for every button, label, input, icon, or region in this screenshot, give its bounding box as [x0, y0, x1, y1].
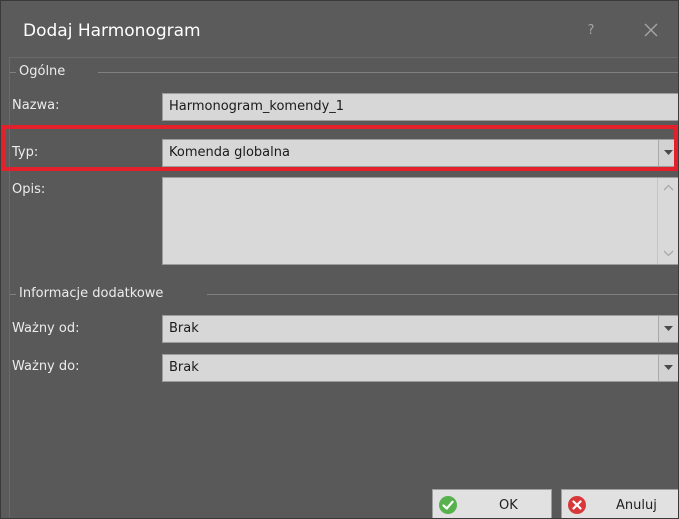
- valid-to-dropdown[interactable]: Brak: [162, 354, 678, 382]
- group-divider: [98, 72, 678, 73]
- description-scrollbar[interactable]: [657, 178, 678, 264]
- scroll-down-icon[interactable]: [663, 250, 674, 257]
- dialog-title: Dodaj Harmonogram: [23, 21, 201, 41]
- group-divider: [207, 294, 678, 295]
- cancel-button-label: Anuluj: [616, 498, 657, 513]
- valid-to-label: Ważny do:: [12, 359, 80, 374]
- name-input[interactable]: Harmonogram_komendy_1: [162, 93, 678, 121]
- dropdown-arrow-icon[interactable]: [658, 355, 678, 381]
- cancel-button[interactable]: Anuluj: [561, 489, 678, 518]
- type-label: Typ:: [12, 145, 39, 160]
- type-dropdown-value: Komenda globalna: [169, 145, 290, 160]
- dropdown-arrow-icon[interactable]: [658, 316, 678, 342]
- name-label: Nazwa:: [12, 98, 60, 113]
- type-dropdown[interactable]: Komenda globalna: [162, 139, 678, 167]
- dialog-window: Dodaj Harmonogram ? Ogólne Nazwa: Harmon…: [0, 0, 679, 519]
- ok-button-label: OK: [499, 498, 518, 513]
- help-icon[interactable]: ?: [583, 23, 599, 39]
- additional-group-header: Informacje dodatkowe: [10, 285, 678, 303]
- description-textarea[interactable]: [162, 177, 678, 265]
- dropdown-arrow-icon[interactable]: [658, 140, 678, 166]
- additional-group-label: Informacje dodatkowe: [16, 286, 167, 301]
- general-group-header: Ogólne: [10, 63, 678, 81]
- valid-from-value: Brak: [169, 321, 199, 336]
- close-icon[interactable]: [642, 21, 660, 39]
- checkmark-icon: [439, 496, 457, 514]
- valid-from-label: Ważny od:: [12, 321, 80, 336]
- title-bar: Dodaj Harmonogram ?: [1, 1, 678, 57]
- cancel-x-icon: [568, 496, 586, 514]
- valid-from-dropdown[interactable]: Brak: [162, 315, 678, 343]
- general-group-label: Ogólne: [16, 64, 69, 79]
- scroll-up-icon[interactable]: [663, 184, 674, 191]
- description-label: Opis:: [12, 182, 46, 197]
- dialog-body: Ogólne Nazwa: Harmonogram_komendy_1 Typ:…: [9, 57, 678, 518]
- valid-to-value: Brak: [169, 360, 199, 375]
- ok-button[interactable]: OK: [432, 489, 552, 518]
